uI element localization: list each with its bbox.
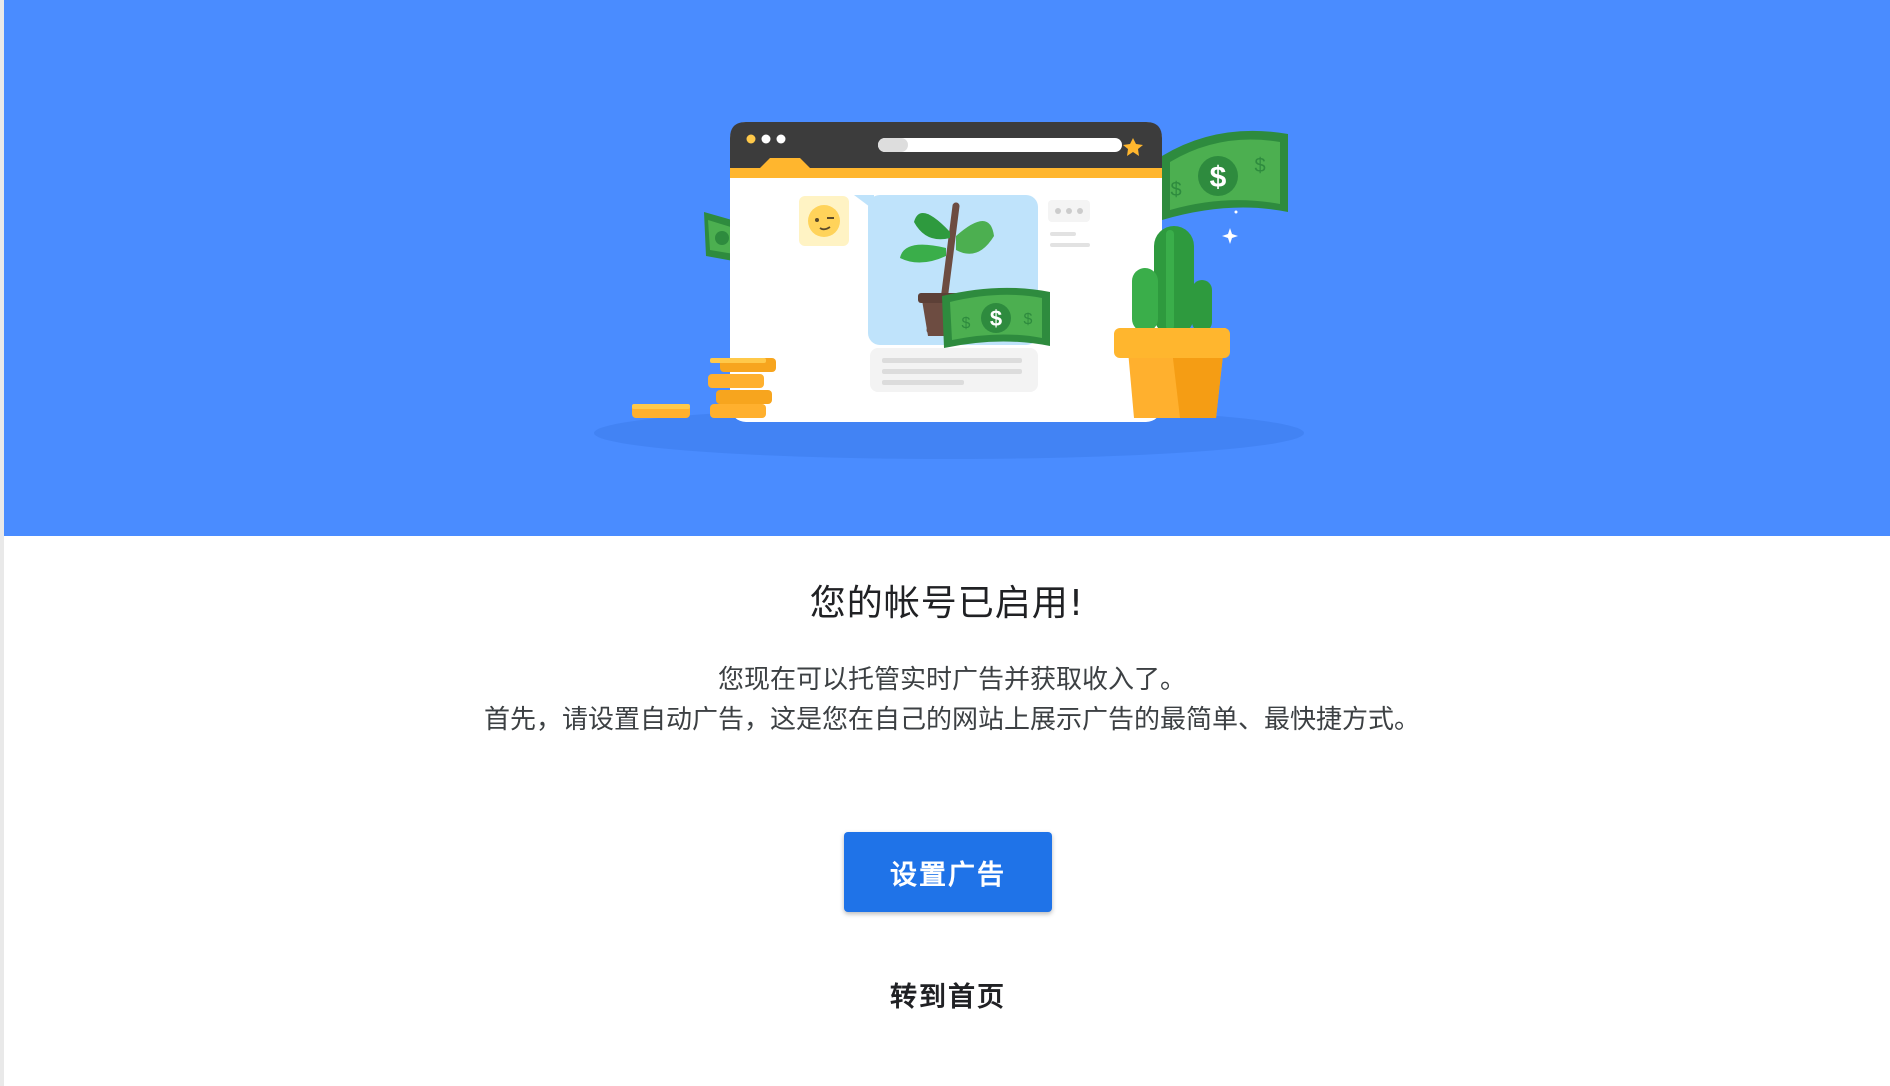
svg-text:$: $ bbox=[962, 315, 971, 332]
svg-text:$: $ bbox=[1024, 311, 1033, 328]
emoji-face-icon bbox=[808, 205, 840, 237]
cash-bill-icon: $ $ $ bbox=[1162, 130, 1288, 220]
page: $ $ $ $ $ $ 您的帐号已启用! 您现在可以托管实时广告并获取收入了。 … bbox=[0, 0, 1890, 1086]
page-title: 您的帐号已启用! bbox=[809, 583, 1085, 624]
sparkle-icon bbox=[1222, 210, 1238, 244]
go-to-home-link[interactable]: 转到首页 bbox=[844, 976, 1052, 1020]
hero-banner: $ $ $ $ $ $ bbox=[4, 0, 1890, 536]
setup-ads-button[interactable]: 设置广告 bbox=[844, 832, 1052, 912]
coin-stack-icon bbox=[632, 358, 776, 418]
main-content: 您的帐号已启用! 您现在可以托管实时广告并获取收入了。 首先，请设置自动广告，这… bbox=[4, 536, 1890, 1086]
svg-text:$: $ bbox=[1170, 179, 1181, 201]
description: 您现在可以托管实时广告并获取收入了。 首先，请设置自动广告，这是您在自己的网站上… bbox=[467, 660, 1437, 740]
svg-text:$: $ bbox=[1210, 161, 1227, 194]
cash-bill-icon: $ $ $ bbox=[942, 287, 1050, 348]
description-line: 首先，请设置自动广告，这是您在自己的网站上展示广告的最简单、最快捷方式。 bbox=[483, 705, 1420, 735]
description-line: 您现在可以托管实时广告并获取收入了。 bbox=[717, 665, 1186, 695]
svg-text:$: $ bbox=[990, 306, 1002, 331]
svg-text:$: $ bbox=[1254, 155, 1265, 177]
hero-illustration: $ $ $ $ $ $ bbox=[594, 122, 1304, 459]
